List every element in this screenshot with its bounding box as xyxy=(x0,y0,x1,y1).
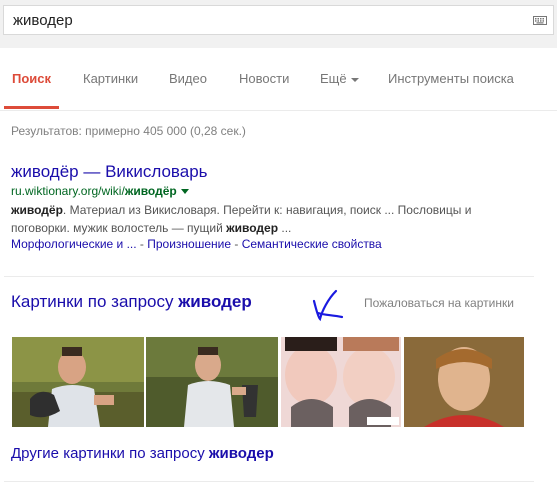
sitelink-separator: - xyxy=(231,237,242,251)
result-snippet: живодёр. Материал из Викисловаря. Перейт… xyxy=(11,201,521,237)
tab-search-tools[interactable]: Инструменты поиска xyxy=(388,71,514,86)
result-stats: Результатов: примерно 405 000 (0,28 сек.… xyxy=(11,124,246,138)
result-sitelinks: Морфологические и ... - Произношение - С… xyxy=(11,237,382,251)
snippet-text-2: ... xyxy=(278,221,292,235)
sitelink-pronunciation[interactable]: Произношение xyxy=(147,237,231,251)
dropdown-caret-icon xyxy=(350,77,359,82)
divider xyxy=(4,276,534,277)
images-header-prefix: Картинки по запросу xyxy=(11,292,179,311)
image-thumbnail[interactable] xyxy=(281,337,401,427)
report-images-link[interactable]: Пожаловаться на картинки xyxy=(364,296,514,310)
tab-video[interactable]: Видео xyxy=(169,71,207,86)
active-tab-indicator xyxy=(4,106,59,109)
image-thumbnail[interactable] xyxy=(404,337,524,427)
checkmark-annotation xyxy=(312,289,344,322)
search-tabs: Поиск Картинки Видео Новости Ещё Инструм… xyxy=(0,48,557,111)
images-header-link[interactable]: Картинки по запросу живодер xyxy=(11,292,252,312)
more-images-link[interactable]: Другие картинки по запросу живодер xyxy=(11,445,274,462)
search-header: живодер xyxy=(0,0,557,48)
image-thumbnail[interactable] xyxy=(12,337,144,427)
more-images-bold: живодер xyxy=(208,445,274,462)
tab-images[interactable]: Картинки xyxy=(83,71,138,86)
search-query-text: живодер xyxy=(13,12,73,29)
sitelink-semantics[interactable]: Семантические свойства xyxy=(242,237,382,251)
image-thumbnail[interactable] xyxy=(146,337,278,427)
images-header-bold: живодер xyxy=(178,292,252,311)
search-input[interactable]: живодер xyxy=(3,5,554,35)
result-url-prefix: ru.wiktionary.org/wiki/ xyxy=(11,184,125,198)
snippet-highlight-2: живодер xyxy=(226,221,279,235)
sitelink-separator: - xyxy=(136,237,148,251)
result-title-link[interactable]: живодёр — Викисловарь xyxy=(11,162,208,182)
more-images-prefix: Другие картинки по запросу xyxy=(11,445,209,462)
tab-more-label: Ещё xyxy=(320,71,347,86)
result-url-bold: живодёр xyxy=(124,184,177,198)
url-dropdown-caret-icon[interactable] xyxy=(180,189,189,195)
tab-search[interactable]: Поиск xyxy=(12,71,51,86)
snippet-highlight-1: живодёр xyxy=(11,203,63,217)
tab-more[interactable]: Ещё xyxy=(320,71,359,86)
result-url: ru.wiktionary.org/wiki/живодёр xyxy=(11,184,189,198)
sitelink-morphology[interactable]: Морфологические и ... xyxy=(11,237,137,251)
keyboard-icon[interactable] xyxy=(533,16,547,25)
divider xyxy=(4,481,534,482)
tab-news[interactable]: Новости xyxy=(239,71,289,86)
